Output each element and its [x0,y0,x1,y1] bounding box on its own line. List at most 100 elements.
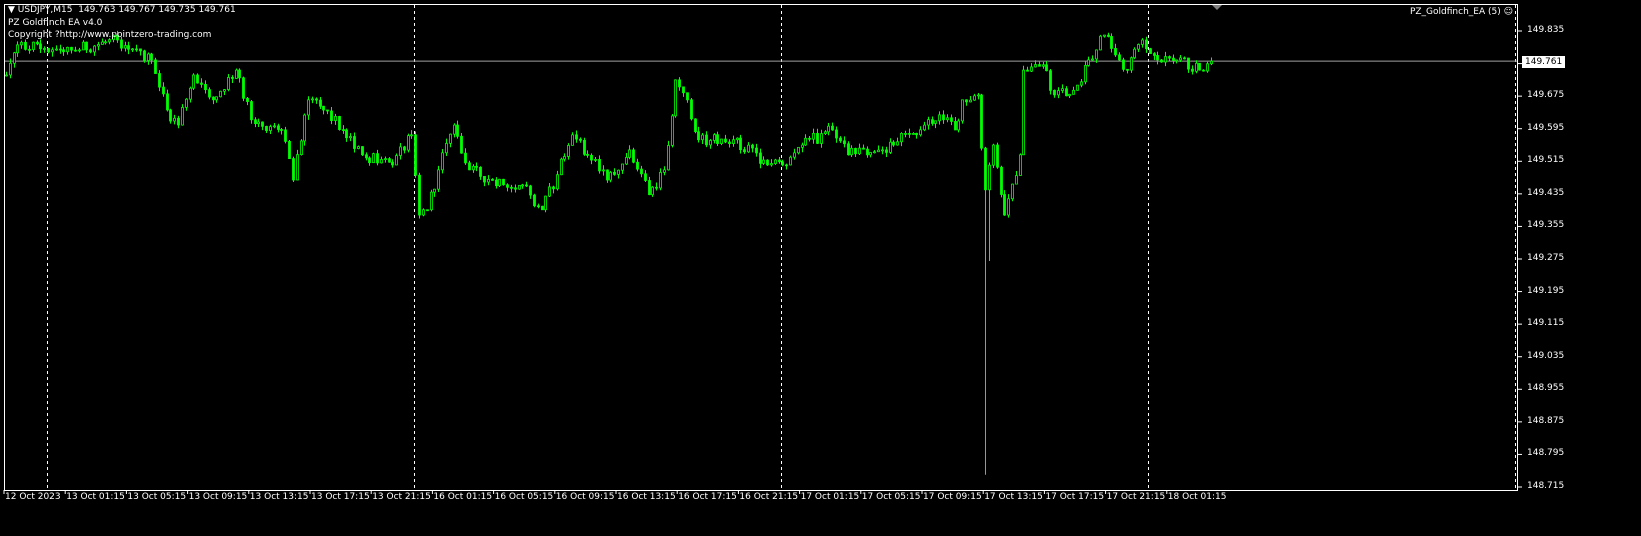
candle-body [957,120,960,131]
candle-body [1122,59,1125,70]
candle-body [866,148,869,156]
candle-body [1007,198,1010,216]
candle-body [912,132,915,135]
candle-body [47,48,50,53]
ea-status[interactable]: PZ_Goldfinch_EA (5) ☺ [1410,7,1513,17]
price-tick-label: 149.195 [1527,285,1565,296]
candle-body [682,86,685,94]
candle-body [885,149,888,153]
candle-body [900,133,903,143]
candle-body [1103,34,1106,37]
candle-body [284,129,287,142]
candle-body [391,161,394,166]
candle-body [326,109,329,112]
candle-body [277,125,280,130]
candle-body [380,159,383,164]
candle-body [196,74,199,84]
candle-body [280,129,283,131]
candle-body [785,164,788,167]
candle-body [143,50,146,61]
candle-body [1107,34,1110,37]
time-tick-label: 13 Oct 21:15 [372,492,431,502]
candle-body [74,49,77,52]
candle-body [395,155,398,166]
candle-body [716,134,719,144]
candle-body [70,46,73,51]
candle-body [162,86,165,95]
candle-body [269,126,272,131]
candle-body [736,137,739,141]
candle-body [257,121,260,125]
time-tick-label: 17 Oct 21:15 [1106,492,1166,502]
candle-body [384,158,387,161]
candle-body [537,205,540,208]
candle-body [1141,39,1144,45]
time-tick-label: 17 Oct 17:15 [1045,492,1105,502]
candle-body [399,146,402,156]
candle-body [261,121,264,127]
candle-body [307,99,310,116]
candle-body [1191,68,1194,72]
price-chart[interactable] [0,0,1641,536]
collapse-triangle-icon[interactable]: ▼ [8,5,15,15]
candle-body [896,141,899,146]
candle-body [931,119,934,124]
candle-body [827,125,830,133]
candle-body [850,147,853,156]
candle-body [965,99,968,103]
candle-body [1175,59,1178,62]
candle-body [1034,64,1037,68]
candle-body [732,139,735,144]
candle-body [977,94,980,97]
candle-body [602,169,605,172]
candle-body [567,144,570,157]
candle-body [1187,57,1190,70]
price-tick-label: 149.275 [1527,253,1565,263]
chart-shift-marker[interactable] [1212,5,1222,10]
candle-body [606,169,609,181]
candle-body [1000,166,1003,195]
candle-body [479,166,482,177]
candle-body [1153,53,1156,56]
candle-body [533,194,536,207]
candle-body [127,45,130,50]
candle-body [464,152,467,164]
candle-body [583,139,586,155]
candle-body [636,161,639,170]
candle-body [78,49,81,52]
candle-body [372,153,375,164]
candle-body [739,137,742,151]
candle-body [529,185,532,196]
candle-body [640,168,643,175]
candle-body [200,82,203,85]
candle-body [1118,54,1121,61]
candle-body [980,94,983,149]
candle-body [181,107,184,126]
candle-body [254,119,257,125]
candle-body [20,41,23,46]
candle-body [345,129,348,139]
candle-body [751,144,754,149]
symbol-header: ▼ USDJPY,M15 149.763 149.767 149.735 149… [8,5,236,15]
candle-body [388,158,391,163]
time-tick-label: 17 Oct 05:15 [861,492,921,502]
candle-body [215,96,218,101]
candle-body [1210,60,1213,65]
candle-body [1015,175,1018,185]
candle-body [104,41,107,44]
candle-body [154,59,157,74]
candle-body [441,152,444,171]
candle-body [410,134,413,137]
candle-body [552,186,555,190]
candle-body [820,133,823,144]
candle-body [598,158,601,172]
candle-body [322,105,325,111]
candle-body [839,137,842,142]
candle-body [1206,63,1209,72]
candle-body [1053,89,1056,96]
candle-body [579,138,582,141]
candle-body [315,98,318,101]
candle-body [223,89,226,92]
candle-body [1164,56,1167,63]
candle-body [361,146,364,156]
